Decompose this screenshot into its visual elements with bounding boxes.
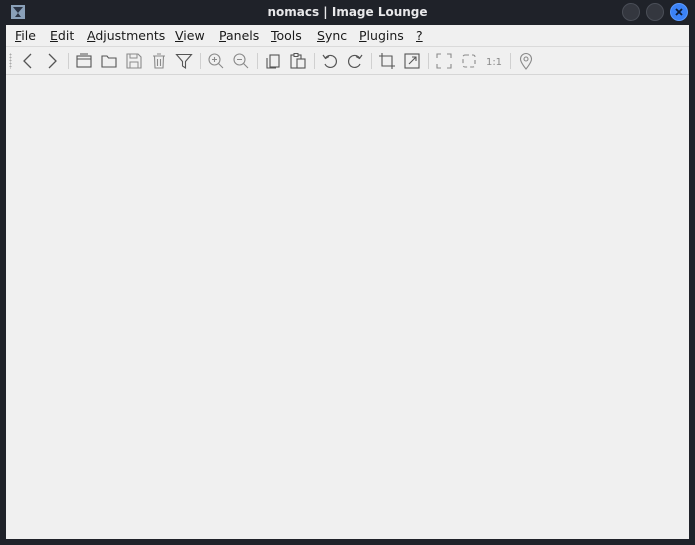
zoom-out-button[interactable] (230, 50, 252, 72)
copy-button[interactable] (262, 50, 284, 72)
open-button[interactable] (73, 50, 95, 72)
minimize-button[interactable] (622, 3, 640, 21)
toolbar-separator (200, 53, 201, 69)
window-title: nomacs | Image Lounge (267, 5, 428, 19)
copy-icon (266, 54, 280, 69)
open-folder-icon (101, 55, 117, 68)
zoom-in-icon (208, 53, 224, 69)
main-toolbar: 1:1 (6, 46, 689, 74)
previous-icon (23, 53, 32, 69)
toolbar-separator (257, 53, 258, 69)
rotate-right-button[interactable] (344, 50, 366, 72)
rotate-left-icon (322, 54, 337, 68)
paste-button[interactable] (287, 50, 309, 72)
window-frame-bottom (0, 539, 695, 545)
toolbar-separator (510, 53, 511, 69)
fullscreen-icon (436, 53, 452, 69)
open-folder-button[interactable] (98, 50, 120, 72)
filter-button[interactable] (173, 50, 195, 72)
menu-edit[interactable]: Edit (50, 25, 74, 46)
rotate-right-icon (348, 54, 363, 68)
toolbar-separator (68, 53, 69, 69)
previous-button[interactable] (17, 50, 39, 72)
close-button[interactable] (670, 3, 688, 21)
app-window: nomacs | Image Lounge File Edit Adjustme… (0, 0, 695, 545)
frameless-icon (462, 54, 476, 68)
delete-icon (153, 53, 165, 69)
menu-view[interactable]: View (175, 25, 205, 46)
toolbar-separator (371, 53, 372, 69)
menu-sync[interactable]: Sync (317, 25, 347, 46)
toolbar-separator (314, 53, 315, 69)
menu-tools[interactable]: Tools (271, 25, 302, 46)
fullscreen-button[interactable] (433, 50, 455, 72)
resize-button[interactable] (401, 50, 423, 72)
menu-help[interactable]: ? (416, 25, 423, 46)
resize-icon (404, 53, 420, 69)
menu-panels[interactable]: Panels (219, 25, 259, 46)
svg-text:1:1: 1:1 (486, 57, 502, 68)
one-to-one-icon: 1:1 (486, 57, 502, 68)
close-icon (675, 8, 683, 16)
rotate-left-button[interactable] (319, 50, 341, 72)
paste-icon (290, 53, 306, 69)
maximize-button[interactable] (646, 3, 664, 21)
next-button[interactable] (41, 50, 63, 72)
menu-adjustments[interactable]: Adjustments (87, 25, 165, 46)
save-button[interactable] (123, 50, 145, 72)
frameless-button[interactable] (458, 50, 480, 72)
delete-button[interactable] (148, 50, 170, 72)
menu-file[interactable]: File (15, 25, 36, 46)
toolbar-separator (428, 53, 429, 69)
gps-button[interactable] (515, 50, 537, 72)
gps-icon (519, 53, 533, 70)
next-icon (48, 53, 57, 69)
toolbar-grip[interactable] (9, 53, 12, 69)
zoom-in-button[interactable] (205, 50, 227, 72)
zoom-out-icon (233, 53, 249, 69)
crop-button[interactable] (376, 50, 398, 72)
one-to-one-button[interactable]: 1:1 (483, 50, 505, 72)
save-icon (126, 53, 142, 69)
menu-plugins[interactable]: Plugins (359, 25, 404, 46)
open-icon (76, 53, 92, 68)
image-viewport[interactable] (6, 74, 689, 539)
crop-icon (379, 53, 395, 69)
menu-bar: File Edit Adjustments View Panels Tools … (6, 25, 689, 46)
filter-icon (175, 53, 193, 70)
title-bar[interactable]: nomacs | Image Lounge (0, 0, 695, 24)
